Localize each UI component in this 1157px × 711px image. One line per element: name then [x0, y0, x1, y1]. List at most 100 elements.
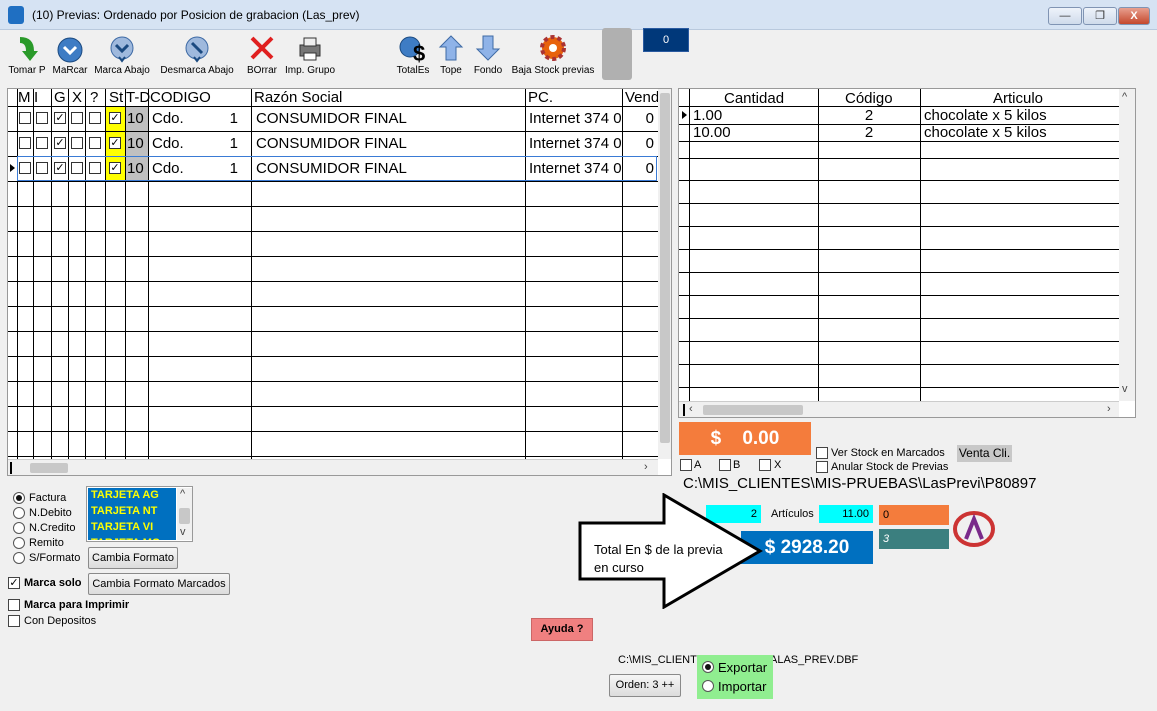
tomar-button[interactable]: Tomar P — [8, 33, 46, 76]
tope-button[interactable]: Tope — [437, 33, 465, 76]
col-i[interactable]: I — [34, 89, 38, 106]
cell-articulo: chocolate x 5 kilos — [924, 124, 1047, 141]
articulos-label: Artículos — [771, 508, 814, 520]
format-label-3: Remito — [29, 537, 64, 549]
borrar-button[interactable]: BOrrar — [244, 33, 280, 76]
marcar-button[interactable]: MaRcar — [50, 33, 90, 76]
col-vend[interactable]: Vend — [625, 89, 658, 106]
st-check[interactable]: ✓ — [109, 162, 121, 174]
check-x[interactable] — [759, 459, 771, 471]
m-check[interactable] — [19, 137, 31, 149]
tarjeta-item[interactable]: TARJETA NT — [91, 505, 157, 517]
x-check[interactable] — [71, 112, 83, 124]
desmarca-abajo-button[interactable]: Desmarca Abajo — [157, 33, 237, 76]
previas-grid[interactable]: M I G X ? St T-D CODIGO Razón Social PC.… — [7, 88, 672, 476]
tarjetas-scroll[interactable]: ^ v — [177, 488, 192, 540]
format-radio-2[interactable] — [13, 522, 25, 534]
col-articulo[interactable]: Articulo — [993, 90, 1043, 107]
close-button[interactable]: X — [1118, 7, 1150, 25]
i-check[interactable] — [36, 137, 48, 149]
m-check[interactable] — [19, 162, 31, 174]
q-check[interactable] — [89, 112, 101, 124]
q-check[interactable] — [89, 162, 101, 174]
scroll-right-arrow[interactable]: › — [644, 461, 648, 473]
grid-col-line — [85, 89, 86, 459]
totales-button[interactable]: $ TotalEs — [394, 33, 432, 76]
check-a[interactable] — [680, 459, 692, 471]
tarjeta-item[interactable]: TARJETA MC — [91, 537, 160, 540]
minimize-button[interactable]: — — [1048, 7, 1082, 25]
ayuda-button[interactable]: Ayuda ? — [531, 618, 593, 641]
hscroll-thumb[interactable] — [30, 463, 68, 473]
grid-row-line — [8, 181, 658, 182]
importar-label: Importar — [718, 679, 767, 694]
baja-stock-button[interactable]: Baja Stock previas — [508, 33, 598, 76]
con-depositos-check[interactable] — [8, 615, 20, 627]
previas-vscroll[interactable] — [658, 89, 671, 459]
cambia-formato-button[interactable]: Cambia Formato — [88, 547, 178, 569]
col-td[interactable]: T-D — [126, 89, 150, 106]
fondo-button[interactable]: Fondo — [472, 33, 504, 76]
check-b[interactable] — [719, 459, 731, 471]
m-check[interactable] — [19, 112, 31, 124]
tarjetas-list[interactable]: TARJETA AG TARJETA NT TARJETA VI TARJETA MC… — [86, 486, 193, 542]
articulos-vscroll[interactable]: ^ v — [1119, 89, 1135, 401]
cambia-formato-marcados-button[interactable]: Cambia Formato Marcados — [88, 573, 230, 595]
orden-button[interactable]: Orden: 3 ++ — [609, 674, 681, 697]
anular-stock-check[interactable] — [816, 461, 828, 473]
exportar-radio[interactable] — [702, 661, 714, 673]
svg-text:$: $ — [413, 41, 425, 63]
g-check[interactable]: ✓ — [54, 162, 66, 174]
art-row-line — [679, 180, 1119, 181]
cell-razon: CONSUMIDOR FINAL — [256, 135, 407, 152]
col-m[interactable]: M — [18, 89, 31, 106]
importar-radio[interactable] — [702, 680, 714, 692]
g-check[interactable]: ✓ — [54, 137, 66, 149]
marca-abajo-button[interactable]: Marca Abajo — [93, 33, 151, 76]
tarjeta-item[interactable]: TARJETA AG — [91, 489, 159, 501]
format-radio-0[interactable] — [13, 492, 25, 504]
art-hscroll-thumb[interactable] — [703, 405, 803, 415]
vscroll-thumb[interactable] — [660, 93, 670, 443]
teal-value-box: 3 — [879, 529, 949, 549]
i-check[interactable] — [36, 162, 48, 174]
x-check[interactable] — [71, 162, 83, 174]
previas-hscroll[interactable]: › — [8, 459, 658, 475]
col-codigo[interactable]: CODIGO — [150, 89, 211, 106]
format-radio-4[interactable] — [13, 552, 25, 564]
format-label-4: S/Formato — [29, 552, 81, 564]
col-codigo-art[interactable]: Código — [845, 90, 893, 107]
col-pc[interactable]: PC. — [528, 89, 553, 106]
col-q[interactable]: ? — [90, 89, 98, 106]
tarjeta-item[interactable]: TARJETA VI — [91, 521, 153, 533]
q-check[interactable] — [89, 137, 101, 149]
art-row-line — [679, 158, 1119, 159]
st-check[interactable]: ✓ — [109, 137, 121, 149]
imp-grupo-button[interactable]: Imp. Grupo — [283, 33, 337, 76]
format-radio-3[interactable] — [13, 537, 25, 549]
venta-cli-button[interactable]: Venta Cli. — [957, 445, 1012, 462]
col-cantidad[interactable]: Cantidad — [724, 90, 784, 107]
col-st[interactable]: St — [109, 89, 123, 106]
marca-solo-check[interactable]: ✓ — [8, 577, 20, 589]
cell-pc: Internet 374 0 — [529, 135, 621, 152]
marca-imprimir-check[interactable] — [8, 599, 20, 611]
ver-stock-check[interactable] — [816, 447, 828, 459]
counter-box: 0 — [643, 28, 689, 52]
col-razon[interactable]: Razón Social — [254, 89, 342, 106]
maximize-button[interactable]: ❐ — [1083, 7, 1117, 25]
red-x-icon — [250, 36, 274, 60]
st-check[interactable]: ✓ — [109, 112, 121, 124]
i-check[interactable] — [36, 112, 48, 124]
articulos-grid[interactable]: Cantidad Código Articulo 1.00 2 chocolate … — [678, 88, 1136, 418]
art-row-line — [679, 318, 1119, 319]
col-x[interactable]: X — [72, 89, 82, 106]
down-arrow-icon — [475, 35, 501, 61]
x-check[interactable] — [71, 137, 83, 149]
articulos-hscroll[interactable]: ‹ › — [679, 401, 1119, 417]
cell-td: 10 — [127, 160, 144, 177]
col-g[interactable]: G — [54, 89, 66, 106]
grid-row-line — [8, 256, 658, 257]
g-check[interactable]: ✓ — [54, 112, 66, 124]
format-radio-1[interactable] — [13, 507, 25, 519]
